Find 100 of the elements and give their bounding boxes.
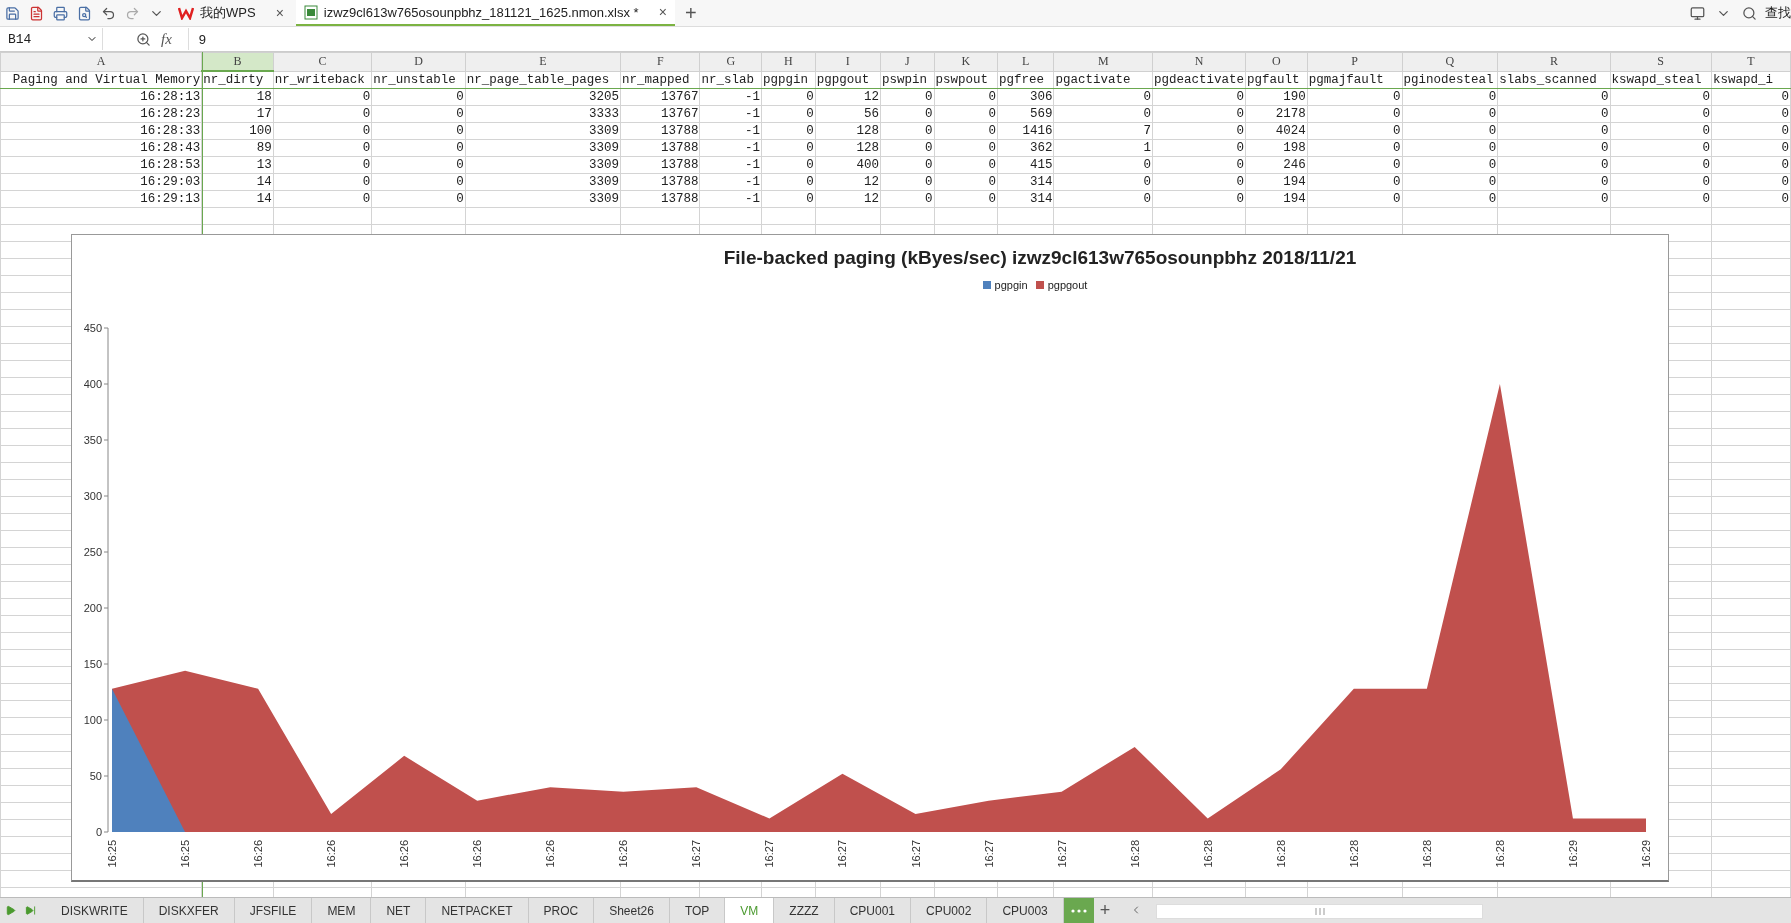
legend-swatch (982, 281, 991, 289)
table-cell: 0 (1402, 139, 1498, 157)
column-header[interactable]: C (273, 52, 372, 71)
axis-tick-label: 16:27 (763, 840, 776, 868)
chart-panel[interactable] (71, 234, 1669, 882)
axis-tick-label: 16:28 (1493, 840, 1506, 868)
column-header[interactable]: M (1053, 52, 1153, 71)
column-header[interactable]: F (620, 52, 700, 71)
table-cell: 0 (1610, 156, 1712, 174)
table-cell: 0 (1307, 105, 1402, 123)
table-cell: 16:29:03 (0, 173, 202, 191)
table-cell: 0 (1497, 139, 1610, 157)
table-cell: 0 (1610, 190, 1712, 208)
table-cell: 13767 (620, 105, 700, 123)
axis-tick-label: 350 (83, 434, 102, 446)
table-cell: -1 (699, 156, 762, 174)
table-cell: 0 (880, 88, 935, 106)
column-header[interactable]: A (0, 52, 202, 71)
close-tab-button[interactable]: × (658, 4, 667, 20)
header-cell: kswapd_i (1711, 71, 1791, 89)
table-cell: 0 (1610, 105, 1712, 123)
table-cell: 0 (761, 88, 816, 106)
table-cell: 198 (1245, 139, 1308, 157)
search-label[interactable]: 查找 (1765, 4, 1791, 22)
header-cell: kswapd_steal (1610, 71, 1712, 89)
column-header[interactable]: O (1245, 52, 1308, 71)
table-cell: 13788 (620, 139, 700, 157)
header-cell: pgpgout (815, 71, 881, 89)
column-header[interactable]: Q (1402, 52, 1498, 71)
table-cell: 0 (1711, 122, 1791, 140)
document-tab[interactable]: izwz9cl613w765osounpbhz_181121_1625.nmon.xlsx * × (295, 0, 675, 26)
function-button[interactable]: fx (161, 30, 172, 48)
table-cell: 0 (273, 105, 372, 123)
add-sheet-button[interactable]: + (1093, 900, 1117, 921)
table-cell: 0 (880, 190, 935, 208)
table-cell: 0 (1497, 156, 1610, 174)
header-cell: pginodesteal (1402, 71, 1498, 89)
document-tab[interactable]: 我的WPS × (170, 0, 292, 26)
header-cell: pswpout (934, 71, 998, 89)
table-cell: 16:28:53 (0, 156, 202, 174)
table-cell: 0 (273, 173, 372, 191)
column-header[interactable]: D (371, 52, 466, 71)
table-cell: 0 (273, 88, 372, 106)
column-header[interactable]: K (934, 52, 998, 71)
table-cell: 1416 (997, 122, 1054, 140)
axis-tick-label: 16:27 (690, 840, 703, 868)
table-cell: 0 (1053, 88, 1153, 106)
table-cell: 56 (815, 105, 881, 123)
new-tab-button[interactable]: + (678, 1, 703, 25)
column-header[interactable]: G (699, 52, 762, 71)
table-cell: 0 (371, 156, 466, 174)
table-cell: 0 (880, 173, 935, 191)
table-cell: 13788 (620, 156, 700, 174)
header-cell: nr_writeback (273, 71, 372, 89)
table-cell: 0 (1053, 105, 1153, 123)
column-header[interactable]: N (1152, 52, 1246, 71)
sheet-tab[interactable]: VM (725, 898, 775, 923)
column-header[interactable]: I (815, 52, 881, 71)
column-header[interactable]: B (201, 52, 274, 71)
column-header[interactable]: L (997, 52, 1054, 71)
header-cell: pgactivate (1053, 71, 1153, 89)
table-cell: 3309 (465, 156, 621, 174)
name-box[interactable]: B14 (0, 28, 103, 50)
axis-tick-label: 16:27 (909, 840, 922, 868)
header-cell: nr_unstable (371, 71, 466, 89)
horizontal-scrollbar[interactable] (1156, 904, 1484, 919)
column-header[interactable]: J (880, 52, 935, 71)
table-cell: -1 (699, 139, 762, 157)
logo-icon (178, 6, 194, 20)
table-cell: 415 (997, 156, 1054, 174)
table-cell: 0 (371, 139, 466, 157)
column-header[interactable]: S (1610, 52, 1712, 71)
column-header[interactable]: P (1307, 52, 1402, 71)
table-cell: 0 (371, 122, 466, 140)
formula-input[interactable]: 9 (187, 28, 1791, 50)
tab-label: 我的WPS (200, 4, 256, 22)
table-cell: 16:28:33 (0, 122, 202, 140)
table-cell: 3309 (465, 122, 621, 140)
column-header[interactable]: T (1711, 52, 1791, 71)
table-cell: 0 (1053, 156, 1153, 174)
table-cell: 3333 (465, 105, 621, 123)
axis-tick-label: 16:28 (1347, 840, 1360, 868)
header-cell: nr_page_table_pages (465, 71, 621, 89)
legend-label: pgpgout (1047, 279, 1088, 291)
table-cell: 0 (273, 190, 372, 208)
table-cell: 0 (1497, 190, 1610, 208)
column-header[interactable]: R (1497, 52, 1610, 71)
table-cell: 12 (815, 173, 881, 191)
table-cell: 0 (1152, 139, 1246, 157)
axis-tick-label: 16:28 (1420, 840, 1433, 868)
table-cell: 400 (815, 156, 881, 174)
header-cell: pswpin (880, 71, 935, 89)
column-header[interactable]: H (761, 52, 816, 71)
column-header[interactable]: E (465, 52, 621, 71)
close-tab-button[interactable]: × (275, 5, 284, 21)
axis-tick-label: 16:28 (1128, 840, 1141, 868)
table-cell: 0 (1152, 190, 1246, 208)
axis-tick-label: 16:27 (1055, 840, 1068, 868)
axis-tick-label: 450 (83, 322, 102, 334)
table-cell: 0 (1610, 122, 1712, 140)
